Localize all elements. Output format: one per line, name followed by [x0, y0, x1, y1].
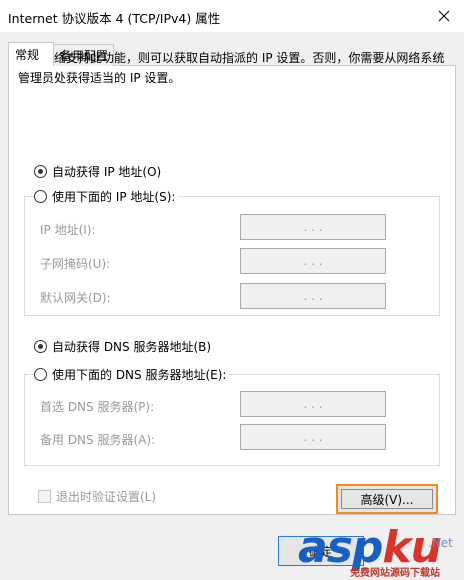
watermark-dotcom: .Net: [428, 536, 453, 550]
manual-dns-label: 使用下面的 DNS 服务器地址(E):: [52, 368, 227, 382]
manual-ip-label: 使用下面的 IP 地址(S):: [52, 190, 176, 204]
window-title: Internet 协议版本 4 (TCP/IPv4) 属性: [8, 11, 221, 26]
subnet-mask-label: 子网掩码(U):: [40, 257, 111, 271]
auto-dns-radio[interactable]: 自动获得 DNS 服务器地址(B): [34, 338, 211, 355]
manual-dns-groupbox: [24, 374, 440, 466]
default-gateway-input[interactable]: . . .: [240, 283, 386, 309]
validate-on-exit-checkbox[interactable]: 退出时验证设置(L): [38, 488, 156, 505]
advanced-button[interactable]: 高级(V)...: [336, 484, 438, 514]
auto-ip-label: 自动获得 IP 地址(O): [52, 165, 162, 179]
radio-indicator: [34, 340, 47, 353]
watermark-subtitle: 免费网站源码下载站: [350, 568, 440, 579]
subnet-mask-input[interactable]: . . .: [240, 248, 386, 274]
subnet-mask-value: . . .: [303, 254, 323, 268]
close-icon: [438, 10, 450, 22]
alternate-dns-value: . . .: [303, 430, 323, 444]
preferred-dns-input[interactable]: . . .: [240, 391, 386, 417]
manual-dns-radio[interactable]: 使用下面的 DNS 服务器地址(E):: [34, 366, 230, 383]
ip-address-input[interactable]: . . .: [240, 214, 386, 240]
alternate-dns-label: 备用 DNS 服务器(A):: [40, 433, 156, 447]
default-gateway-label: 默认网关(D):: [40, 291, 111, 305]
auto-ip-radio[interactable]: 自动获得 IP 地址(O): [34, 163, 161, 180]
preferred-dns-label: 首选 DNS 服务器(P):: [40, 400, 155, 414]
ip-address-label: IP 地址(I):: [40, 223, 96, 237]
description-text: 如果网络支持此功能，则可以获取自动指派的 IP 设置。否则，你需要从网络系统管理…: [18, 51, 445, 85]
default-gateway-value: . . .: [303, 289, 323, 303]
auto-dns-label: 自动获得 DNS 服务器地址(B): [52, 340, 212, 354]
validate-on-exit-label: 退出时验证设置(L): [56, 490, 157, 504]
checkbox-indicator: [38, 490, 51, 503]
title-bar: Internet 协议版本 4 (TCP/IPv4) 属性: [0, 0, 464, 32]
focus-rect: [341, 489, 433, 509]
tab-general[interactable]: 常规: [8, 42, 54, 66]
close-button[interactable]: [430, 3, 458, 29]
preferred-dns-value: . . .: [303, 397, 323, 411]
manual-ip-radio[interactable]: 使用下面的 IP 地址(S):: [34, 188, 179, 205]
radio-indicator: [34, 368, 47, 381]
alternate-dns-input[interactable]: . . .: [240, 424, 386, 450]
radio-indicator: [34, 190, 47, 203]
radio-indicator: [34, 165, 47, 178]
ip-address-value: . . .: [303, 220, 323, 234]
